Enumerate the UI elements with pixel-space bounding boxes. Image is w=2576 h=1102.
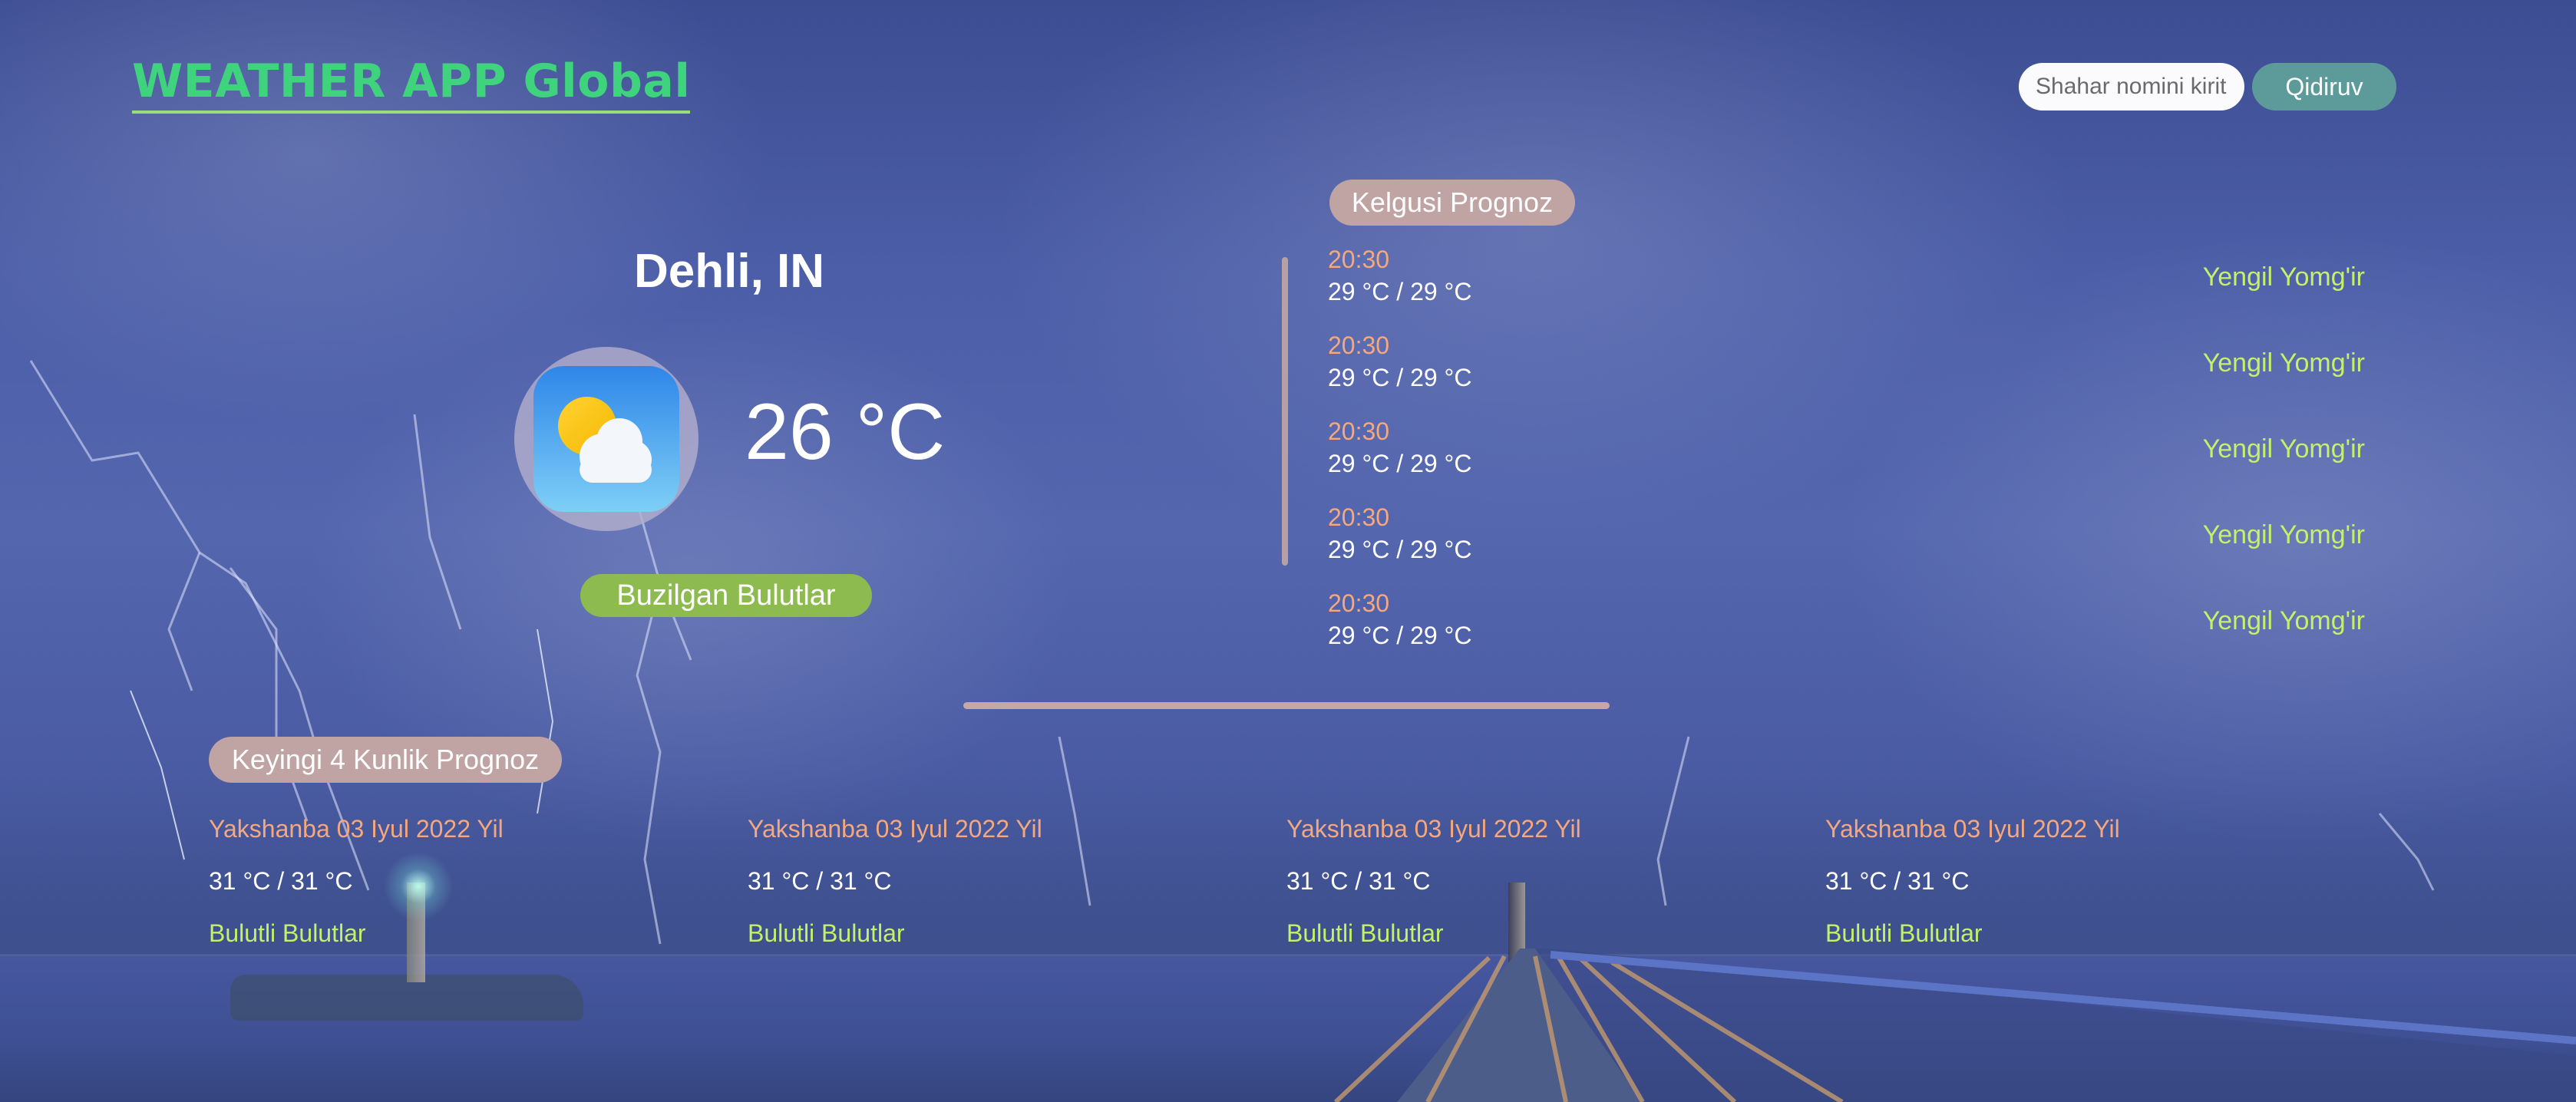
day-card: Yakshanba 03 Iyul 2022 Yil 31 °C / 31 °C… [209, 815, 685, 948]
forecast-description: Yengil Yomg'ir [2202, 606, 2365, 635]
forecast-row: 20:30 29 °C / 29 °C Yengil Yomg'ir [1328, 589, 2372, 658]
forecast-temps: 29 °C / 29 °C [1328, 622, 1472, 649]
day-card: Yakshanba 03 Iyul 2022 Yil 31 °C / 31 °C… [748, 815, 1224, 948]
day-date: Yakshanba 03 Iyul 2022 Yil [748, 815, 1042, 843]
forecast-description: Yengil Yomg'ir [2202, 348, 2365, 378]
forecast-time: 20:30 [1328, 246, 1390, 273]
four-day-forecast-title: Keyingi 4 Kunlik Prognoz [209, 737, 562, 783]
day-temps: 31 °C / 31 °C [748, 867, 892, 895]
current-temperature: 26 °C [745, 388, 946, 477]
day-temps: 31 °C / 31 °C [1286, 867, 1431, 895]
forecast-temps: 29 °C / 29 °C [1328, 536, 1472, 563]
upcoming-forecast-title: Kelgusi Prognoz [1329, 180, 1575, 226]
day-description: Bulutli Bulutlar [209, 919, 366, 947]
horizontal-divider [963, 702, 1610, 709]
forecast-row: 20:30 29 °C / 29 °C Yengil Yomg'ir [1328, 417, 2372, 487]
day-temps: 31 °C / 31 °C [1825, 867, 1970, 895]
day-date: Yakshanba 03 Iyul 2022 Yil [209, 815, 504, 843]
day-temps: 31 °C / 31 °C [209, 867, 353, 895]
day-card: Yakshanba 03 Iyul 2022 Yil 31 °C / 31 °C… [1825, 815, 2301, 948]
day-description: Bulutli Bulutlar [1825, 919, 1983, 947]
forecast-time: 20:30 [1328, 589, 1390, 617]
forecast-time: 20:30 [1328, 503, 1390, 531]
forecast-temps: 29 °C / 29 °C [1328, 278, 1472, 305]
forecast-row: 20:30 29 °C / 29 °C Yengil Yomg'ir [1328, 503, 2372, 572]
forecast-description: Yengil Yomg'ir [2202, 520, 2365, 549]
day-description: Bulutli Bulutlar [1286, 919, 1444, 947]
app-title: WEATHER APP Global [132, 54, 691, 114]
forecast-time: 20:30 [1328, 332, 1390, 359]
forecast-description: Yengil Yomg'ir [2202, 434, 2365, 464]
day-description: Bulutli Bulutlar [748, 919, 905, 947]
forecast-description: Yengil Yomg'ir [2202, 262, 2365, 292]
weather-icon-frame [514, 347, 698, 531]
day-card: Yakshanba 03 Iyul 2022 Yil 31 °C / 31 °C… [1286, 815, 1762, 948]
city-name: Dehli, IN [634, 245, 825, 298]
forecast-time: 20:30 [1328, 417, 1390, 445]
vertical-divider [1282, 257, 1288, 566]
day-date: Yakshanba 03 Iyul 2022 Yil [1825, 815, 2120, 843]
day-date: Yakshanba 03 Iyul 2022 Yil [1286, 815, 1581, 843]
forecast-temps: 29 °C / 29 °C [1328, 450, 1472, 477]
forecast-row: 20:30 29 °C / 29 °C Yengil Yomg'ir [1328, 332, 2372, 401]
partly-cloudy-icon [533, 366, 679, 512]
status-badge: Buzilgan Bulutlar [580, 574, 872, 617]
forecast-temps: 29 °C / 29 °C [1328, 364, 1472, 391]
forecast-row: 20:30 29 °C / 29 °C Yengil Yomg'ir [1328, 246, 2372, 315]
search-bar: Qidiruv [2019, 63, 2396, 111]
city-search-input[interactable] [2019, 63, 2244, 111]
search-button[interactable]: Qidiruv [2252, 63, 2396, 111]
